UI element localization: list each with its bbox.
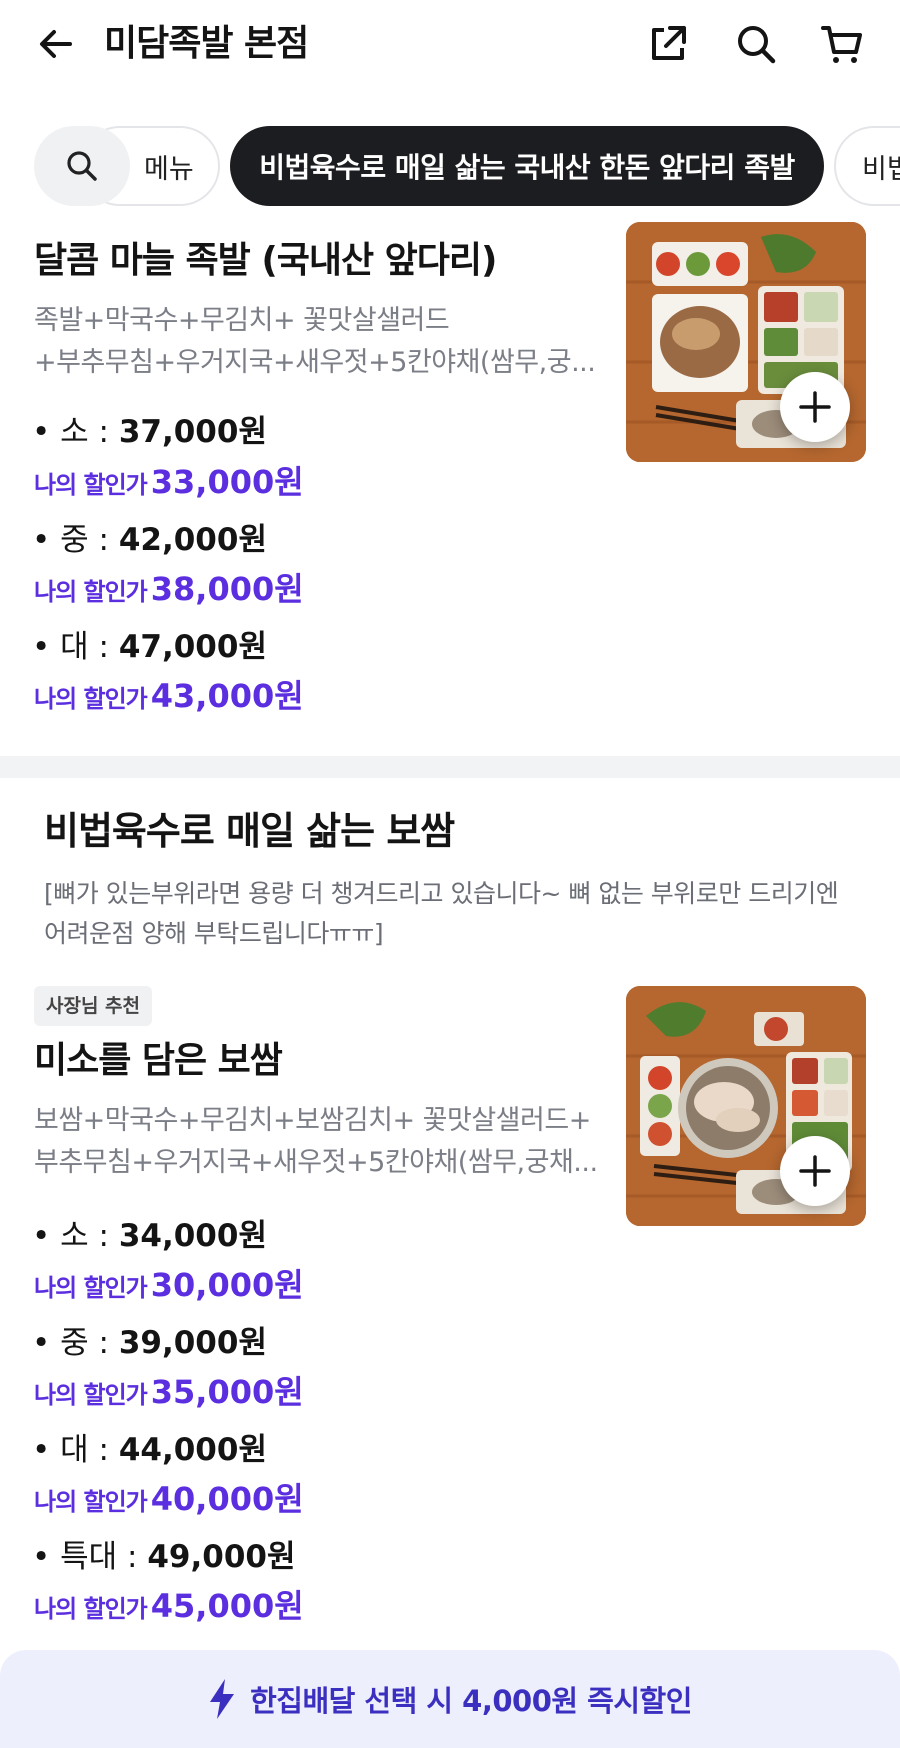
size-label: • 대 : (32, 1432, 119, 1468)
discount-label: 나의 할인가 (34, 578, 148, 606)
price-value: 49,000원 (147, 1539, 296, 1575)
discount-label: 나의 할인가 (34, 685, 148, 713)
price-value: 39,000원 (118, 1325, 267, 1361)
menu-item-title[interactable]: 달콤 마늘 족발 (국내산 앞다리) (34, 238, 497, 284)
menu-item-description: 보쌈+막국수+무김치+보쌈김치+ 꽃맛살샐러드+ 부추무침+우거지국+새우젓+5… (34, 1100, 614, 1184)
app-header: 미담족발 본점 (0, 0, 900, 90)
search-icon (738, 26, 776, 64)
menu-item-description: 족발+막국수+무김치+ 꽃맛살샐러드 +부추무침+우거지국+새우젓+5칸야채(쌈… (34, 300, 604, 384)
price-line: • 중 : 42,000원 (32, 520, 267, 560)
price-line: • 소 : 34,000원 (32, 1216, 267, 1256)
description-line: 부추무침+우거지국+새우젓+5칸야채(쌈무,궁채... (34, 1147, 598, 1178)
discount-line: 나의 할인가 45,000원 (34, 1586, 304, 1632)
size-label: • 중 : (32, 1325, 119, 1361)
category-chips: 메뉴 비법육수로 매일 삶는 국내산 한돈 앞다리 족발 비법 (0, 126, 900, 208)
size-label: • 소 : (32, 1218, 119, 1254)
discount-label: 나의 할인가 (34, 1595, 148, 1623)
category-chip-next[interactable]: 비법 (834, 126, 900, 206)
discount-price: 33,000원 (150, 463, 304, 501)
size-label: • 중 : (32, 522, 119, 558)
size-label: • 소 : (32, 414, 119, 450)
section-note: [뼈가 있는부위라면 용량 더 챙겨드리고 있습니다~ 뼈 없는 부위로만 드리… (44, 879, 839, 948)
discount-price: 30,000원 (150, 1266, 304, 1304)
menu-search-button[interactable] (34, 126, 130, 206)
price-line: • 중 : 39,000원 (32, 1323, 267, 1363)
description-line: 족발+막국수+무김치+ 꽃맛살샐러드 (34, 305, 450, 336)
cart-button[interactable] (818, 20, 866, 68)
discount-line: 나의 할인가 40,000원 (34, 1479, 304, 1525)
back-button[interactable] (34, 22, 78, 66)
delivery-promo-bar[interactable]: 한집배달 선택 시 4,000원 즉시할인 (0, 1650, 900, 1748)
recommended-badge: 사장님 추천 (34, 986, 153, 1026)
discount-price: 40,000원 (150, 1480, 304, 1518)
discount-line: 나의 할인가 30,000원 (34, 1265, 304, 1311)
price-line: • 대 : 44,000원 (32, 1430, 267, 1470)
discount-price: 43,000원 (150, 677, 304, 715)
menu-item-photo[interactable] (626, 986, 866, 1226)
price-value: 42,000원 (118, 522, 267, 558)
share-icon (652, 26, 686, 60)
category-chip-active[interactable]: 비법육수로 매일 삶는 국내산 한돈 앞다리 족발 (230, 126, 824, 206)
back-arrow-icon (40, 30, 72, 58)
share-button[interactable] (644, 20, 692, 68)
search-button[interactable] (732, 20, 780, 68)
price-value: 44,000원 (118, 1432, 267, 1468)
price-line: • 특대 : 49,000원 (32, 1537, 296, 1577)
price-line: • 대 : 47,000원 (32, 627, 267, 667)
discount-line: 나의 할인가 38,000원 (34, 569, 304, 615)
price-value: 34,000원 (118, 1218, 267, 1254)
discount-label: 나의 할인가 (34, 1488, 148, 1516)
discount-line: 나의 할인가 33,000원 (34, 462, 304, 508)
add-to-cart-button[interactable] (780, 1136, 850, 1206)
discount-label: 나의 할인가 (34, 1274, 148, 1302)
description-line: +부추무침+우거지국+새우젓+5칸야채(쌈무,궁... (34, 347, 596, 378)
discount-price: 38,000원 (150, 570, 304, 608)
section-title: 비법육수로 매일 삶는 보쌈 (44, 809, 455, 853)
discount-price: 35,000원 (150, 1373, 304, 1411)
add-to-cart-button[interactable] (780, 372, 850, 442)
plus-icon (799, 391, 831, 423)
discount-label: 나의 할인가 (34, 1381, 148, 1409)
section-divider (0, 756, 900, 778)
size-label: • 대 : (32, 629, 119, 665)
price-value: 37,000원 (118, 414, 267, 450)
plus-icon (799, 1155, 831, 1187)
cart-icon (821, 26, 862, 63)
discount-line: 나의 할인가 35,000원 (34, 1372, 304, 1418)
menu-item-title[interactable]: 미소를 담은 보쌈 (34, 1038, 283, 1084)
discount-price: 45,000원 (150, 1587, 304, 1625)
menu-item-photo[interactable] (626, 222, 866, 462)
discount-line: 나의 할인가 43,000원 (34, 676, 304, 722)
discount-label: 나의 할인가 (34, 471, 148, 499)
size-label: • 특대 : (32, 1539, 148, 1575)
store-title: 미담족발 본점 (104, 23, 309, 64)
price-line: • 소 : 37,000원 (32, 412, 267, 452)
search-icon (67, 151, 97, 181)
price-value: 47,000원 (118, 629, 267, 665)
lightning-icon (210, 1679, 235, 1719)
description-line: 보쌈+막국수+무김치+보쌈김치+ 꽃맛살샐러드+ (34, 1105, 591, 1136)
promo-text: 한집배달 선택 시 4,000원 즉시할인 (250, 1684, 692, 1718)
